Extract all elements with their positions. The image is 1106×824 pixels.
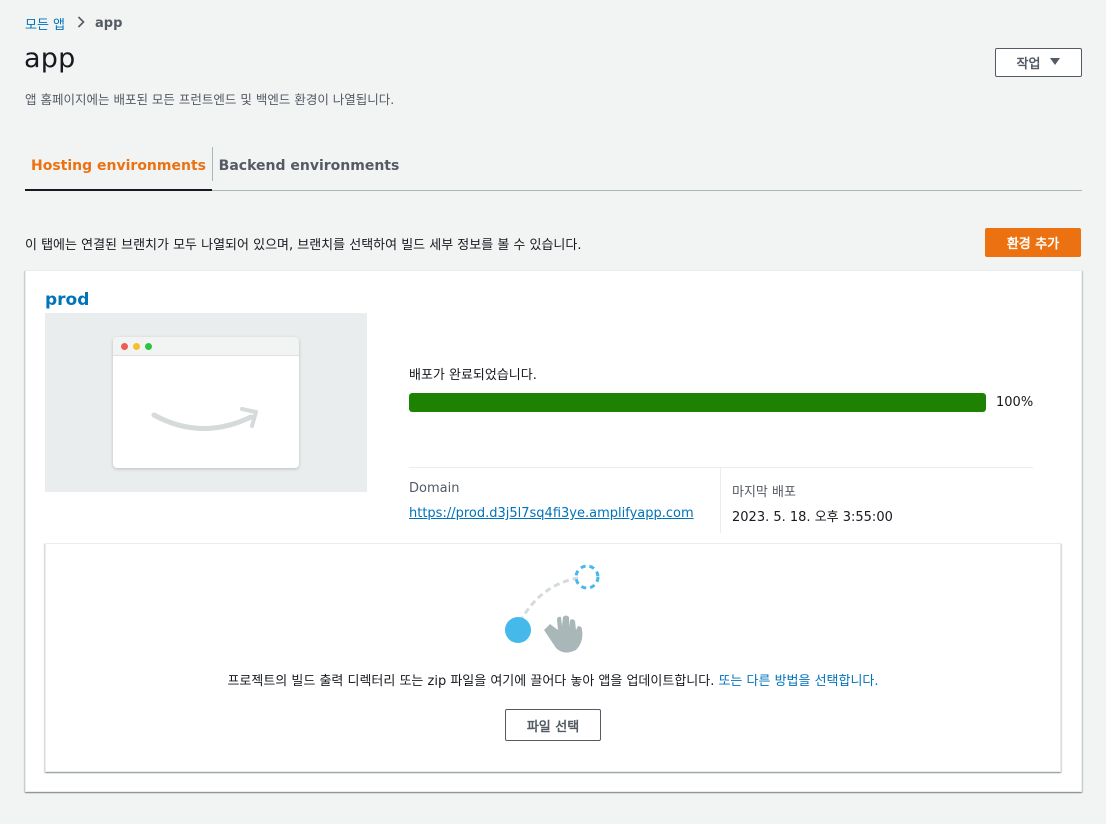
choose-file-button[interactable]: 파일 선택 [505, 709, 601, 741]
hosting-info-text: 이 탭에는 연결된 브랜치가 모두 나열되어 있으며, 브랜치를 선택하여 빌드… [25, 238, 582, 253]
deploy-progress-fill [409, 393, 986, 412]
chevron-right-icon [77, 15, 85, 32]
page-description: 앱 홈페이지에는 배포된 모든 프런트엔드 및 백엔드 환경이 나열됩니다. [25, 92, 395, 107]
drop-zone-text: 프로젝트의 빌드 출력 디렉터리 또는 zip 파일을 여기에 끌어다 놓아 앱… [227, 674, 719, 689]
amazon-smile-logo-icon [151, 407, 258, 431]
tab-hosting-environments[interactable]: Hosting environments [25, 142, 212, 191]
close-dot-icon [121, 343, 128, 350]
caret-down-icon [1050, 56, 1061, 69]
breadcrumb-all-apps-link[interactable]: 모든 앱 [25, 14, 65, 33]
add-environment-button[interactable]: 환경 추가 [985, 228, 1081, 257]
page-title: app [24, 43, 76, 74]
browser-window-illustration [113, 337, 299, 468]
deploy-progress-bar [409, 393, 986, 412]
drop-zone-instructions: 프로젝트의 빌드 출력 디렉터리 또는 zip 파일을 여기에 끌어다 놓아 앱… [0, 670, 1106, 689]
domain-label: Domain [409, 481, 460, 496]
tab-backend-environments[interactable]: Backend environments [213, 142, 405, 190]
drag-drop-hand-icon [505, 564, 600, 653]
deploy-status-text: 배포가 완료되었습니다. [409, 368, 537, 383]
minimize-dot-icon [133, 343, 140, 350]
meta-column-divider [720, 467, 721, 533]
environment-tabs: Hosting environments Backend environment… [25, 142, 1082, 191]
domain-url-link[interactable]: https://prod.d3j5l7sq4fi3ye.amplifyapp.c… [409, 506, 694, 521]
breadcrumb-current: app [95, 16, 123, 31]
branch-name-link[interactable]: prod [45, 290, 89, 310]
browser-title-bar [113, 337, 299, 356]
meta-divider [409, 467, 1033, 468]
maximize-dot-icon [145, 343, 152, 350]
deploy-progress-percent: 100% [996, 395, 1034, 410]
drop-zone-alternate-link[interactable]: 또는 다른 방법을 선택합니다. [718, 674, 878, 689]
last-deploy-value: 2023. 5. 18. 오후 3:55:00 [732, 510, 893, 525]
actions-button-label: 작업 [1016, 57, 1041, 72]
actions-dropdown-button[interactable]: 작업 [995, 48, 1082, 77]
last-deploy-label: 마지막 배포 [732, 485, 796, 500]
breadcrumb: 모든 앱 app [25, 14, 122, 33]
